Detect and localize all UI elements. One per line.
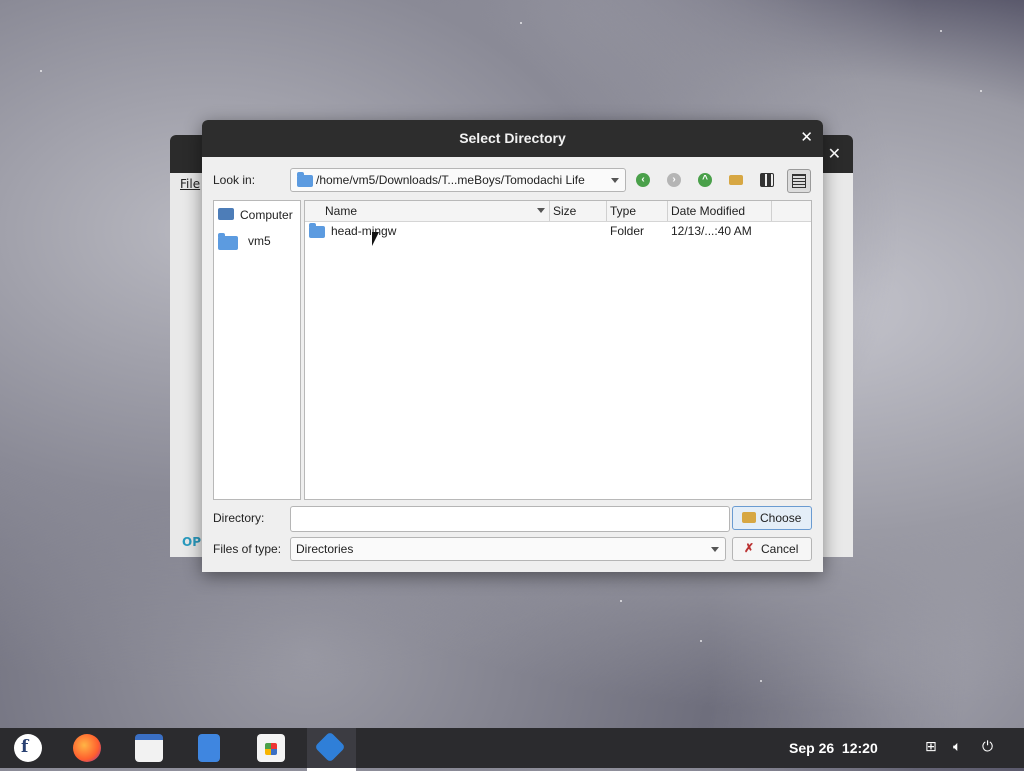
column-separator xyxy=(771,201,772,221)
file-type: Folder xyxy=(610,224,645,238)
files-of-type-label: Files of type: xyxy=(213,542,282,556)
file-list: Name Size Type Date Modified head-mingw … xyxy=(304,200,812,500)
look-in-combo[interactable]: /home/vm5/Downloads/T...meBoys/Tomodachi… xyxy=(290,168,626,192)
star-decoration xyxy=(520,22,522,24)
back-arrow-icon: ‹ xyxy=(636,173,650,187)
star-decoration xyxy=(700,640,702,642)
taskbar: f Sep 26 12:20 ⊞ 🔈︎ ⏻ xyxy=(0,728,1024,771)
calendar-icon[interactable] xyxy=(135,734,163,762)
back-button[interactable]: ‹ xyxy=(632,169,654,191)
column-separator xyxy=(667,201,668,221)
table-row[interactable]: head-mingw Folder 12/13/...:40 AM xyxy=(305,221,811,241)
look-in-path: /home/vm5/Downloads/T...meBoys/Tomodachi… xyxy=(316,173,585,187)
new-folder-button[interactable] xyxy=(725,169,747,191)
clock-date: Sep 26 xyxy=(789,740,835,756)
close-button[interactable]: ✕ xyxy=(800,128,813,146)
choose-label: Choose xyxy=(760,511,802,525)
files-of-type-combo[interactable]: Directories xyxy=(290,537,726,561)
column-separator xyxy=(549,201,550,221)
column-header-size[interactable]: Size xyxy=(553,204,576,218)
file-list-header: Name Size Type Date Modified xyxy=(305,201,811,222)
star-decoration xyxy=(980,90,982,92)
sort-chevron-icon xyxy=(537,208,545,213)
background-op-label: OP xyxy=(182,535,201,549)
sidebar-item-label: Computer xyxy=(240,208,293,222)
clock-time: 12:20 xyxy=(841,740,878,756)
file-name: head-mingw xyxy=(331,224,397,238)
mouse-cursor-icon xyxy=(372,232,379,246)
column-separator xyxy=(606,201,607,221)
look-in-label: Look in: xyxy=(213,173,256,187)
chevron-down-icon xyxy=(611,178,619,183)
choose-button[interactable]: Choose xyxy=(732,506,812,530)
folder-icon xyxy=(309,223,325,238)
chevron-down-icon xyxy=(711,547,719,552)
select-directory-dialog: Select Directory ✕ Look in: /home/vm5/Do… xyxy=(202,120,823,572)
computer-icon xyxy=(218,208,234,220)
clock[interactable]: Sep 26 12:20 xyxy=(789,740,878,756)
file-manager-icon[interactable] xyxy=(198,734,220,762)
dialog-title: Select Directory xyxy=(459,130,566,146)
places-sidebar: Computer vm5 xyxy=(213,200,301,500)
new-folder-icon xyxy=(729,175,743,185)
software-icon[interactable] xyxy=(257,734,285,762)
column-header-name[interactable]: Name xyxy=(325,204,357,218)
star-decoration xyxy=(40,70,42,72)
folder-icon xyxy=(218,233,238,250)
star-decoration xyxy=(760,680,762,682)
folder-open-icon xyxy=(742,512,756,523)
dialog-titlebar: Select Directory ✕ xyxy=(202,120,823,157)
grid-view-icon xyxy=(760,173,774,187)
files-of-type-value: Directories xyxy=(296,542,354,556)
up-arrow-icon: ^ xyxy=(698,173,712,187)
directory-label: Directory: xyxy=(213,511,265,525)
forward-button[interactable]: › xyxy=(663,169,685,191)
file-date: 12/13/...:40 AM xyxy=(671,224,752,238)
list-view-icon xyxy=(792,174,806,188)
app-icon[interactable] xyxy=(314,731,346,763)
volume-icon[interactable]: 🔈︎ xyxy=(953,739,961,755)
folder-icon xyxy=(297,172,313,187)
star-decoration xyxy=(940,30,942,32)
cancel-button[interactable]: ✗ Cancel xyxy=(732,537,812,561)
network-icon[interactable]: ⊞ xyxy=(925,739,937,755)
active-app-indicator xyxy=(307,728,356,771)
firefox-icon[interactable] xyxy=(73,734,101,762)
software-bag-icon xyxy=(265,743,277,755)
power-icon[interactable]: ⏻ xyxy=(982,739,993,755)
directory-input[interactable] xyxy=(290,506,730,532)
fedora-icon[interactable]: f xyxy=(14,734,42,762)
forward-arrow-icon: › xyxy=(667,173,681,187)
cancel-label: Cancel xyxy=(761,542,799,556)
fedora-glyph: f xyxy=(21,737,29,757)
column-header-type[interactable]: Type xyxy=(610,204,636,218)
column-header-date[interactable]: Date Modified xyxy=(671,204,745,218)
background-close-icon[interactable]: ✕ xyxy=(828,144,841,163)
icon-view-button[interactable] xyxy=(756,169,778,191)
sidebar-item-label: vm5 xyxy=(248,234,271,248)
background-menu-file[interactable]: File xyxy=(180,177,200,191)
cancel-x-icon: ✗ xyxy=(744,541,755,555)
parent-directory-button[interactable]: ^ xyxy=(694,169,716,191)
detail-view-button[interactable] xyxy=(787,169,811,193)
star-decoration xyxy=(620,600,622,602)
